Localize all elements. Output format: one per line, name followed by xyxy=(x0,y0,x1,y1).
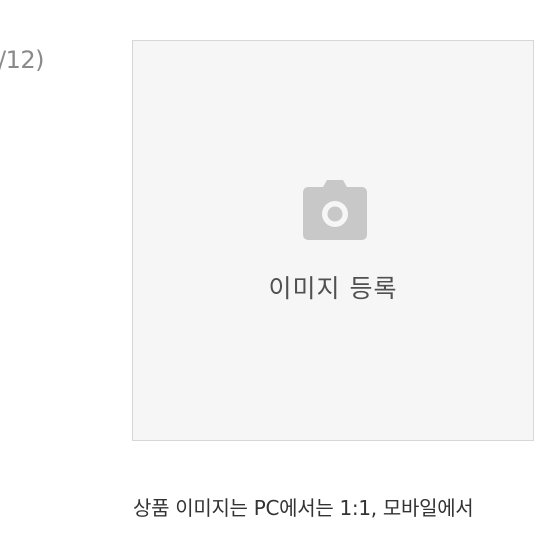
image-guide-text: 상품 이미지는 PC에서는 1:1, 모바일에서 xyxy=(133,496,474,520)
upload-label: 이미지 등록 xyxy=(268,274,398,303)
image-upload-section: /12) 이미지 등록 상품 이미지는 PC에서는 1:1, 모바일에서 xyxy=(0,0,542,542)
camera-icon xyxy=(303,180,367,240)
image-upload-button[interactable]: 이미지 등록 xyxy=(132,40,534,441)
image-count-label: /12) xyxy=(0,46,45,74)
